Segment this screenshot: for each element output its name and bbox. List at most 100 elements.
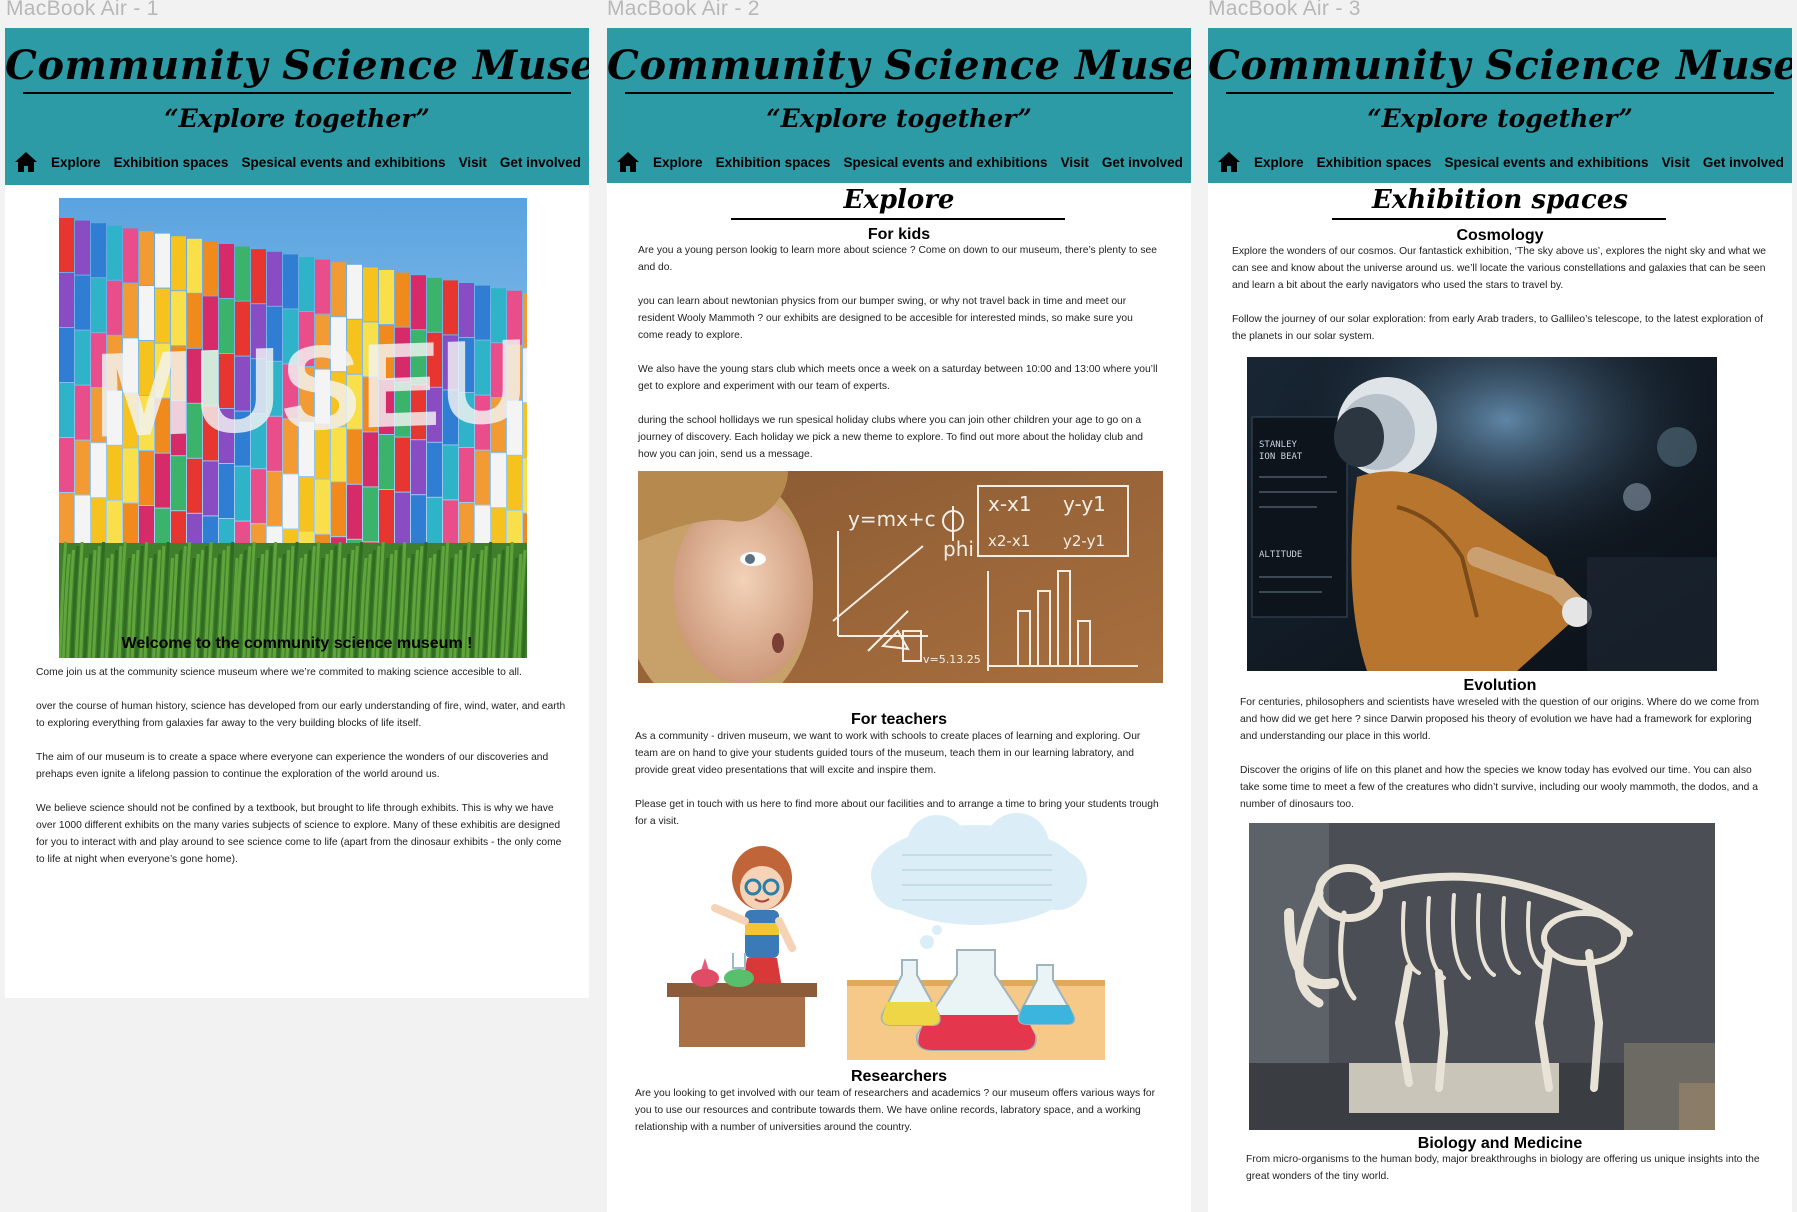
researchers-heading: Researchers (850, 1068, 948, 1085)
facade-panel (59, 493, 74, 547)
mammoth-skeleton-image (1249, 823, 1715, 1130)
evolution-text: For centuries, philosophers and scientis… (1240, 694, 1770, 830)
nav-get-involved[interactable]: Get involved (500, 155, 581, 170)
nav-explore[interactable]: Explore (653, 155, 703, 170)
title-underline (23, 92, 571, 94)
welcome-paragraph: Come join us at the community science mu… (36, 667, 522, 678)
chalk-text: x-x1 (988, 492, 1032, 516)
nav-special-events[interactable]: Spesical events and exhibitions (1444, 155, 1648, 170)
screen-text: ALTITUDE (1259, 550, 1302, 560)
chalk-text: v=5.13.25 (923, 653, 981, 666)
facade-panel (283, 254, 298, 309)
cosmology-paragraph: Explore the wonders of our cosmos. Our f… (1232, 246, 1766, 291)
chalkboard-child-image: y=mx+c phi x-x1 y-y1 x2-x1 y2-y1 v=5.13.… (638, 471, 1163, 683)
nav-explore[interactable]: Explore (51, 155, 101, 170)
facade-panel (315, 259, 330, 314)
title-underline (625, 92, 1173, 94)
facade-panel (203, 241, 218, 296)
facade-panel (203, 461, 218, 516)
facade-panel (219, 244, 234, 298)
home-icon[interactable] (14, 150, 38, 174)
site-header: Community Science Museum “Explore togeth… (607, 28, 1191, 183)
nav-visit[interactable]: Visit (459, 155, 487, 170)
facade-panel (523, 458, 527, 513)
facade-panel (59, 218, 74, 272)
artboard-explore: Community Science Museum “Explore togeth… (607, 28, 1191, 1212)
evolution-paragraph: Discover the origins of life on this pla… (1240, 765, 1758, 810)
site-title: Community Science Museum (607, 42, 1191, 89)
facade-panel (187, 238, 202, 293)
site-tagline: “Explore together” (164, 104, 430, 133)
facade-panel (363, 267, 378, 322)
facade-panel (395, 492, 410, 547)
astronaut-exhibit-image: STANLEY ION BEAT ALTITUDE (1247, 357, 1717, 671)
nav-get-involved[interactable]: Get involved (1703, 155, 1784, 170)
facade-panel (75, 220, 90, 275)
section-heading: Explore (843, 185, 955, 215)
artboard-home: Community Science Museum “Explore togeth… (5, 28, 589, 998)
facade-panel (171, 236, 186, 291)
site-header: Community Science Museum “Explore togeth… (5, 28, 589, 185)
museum-facade-image: MUSEUM (59, 198, 527, 658)
main-nav: Explore Exhibition spaces Spesical event… (14, 148, 581, 176)
nav-visit[interactable]: Visit (1061, 155, 1089, 170)
nav-exhibition-spaces[interactable]: Exhibition spaces (1317, 155, 1432, 170)
facade-panel (75, 440, 90, 495)
nav-explore[interactable]: Explore (1254, 155, 1304, 170)
frame-label: MacBook Air - 2 (607, 0, 760, 20)
home-icon[interactable] (1217, 150, 1241, 174)
kids-paragraph: We also have the young stars club which … (638, 364, 1158, 392)
main-nav: Explore Exhibition spaces Spesical event… (1217, 148, 1784, 176)
nav-visit[interactable]: Visit (1662, 155, 1690, 170)
facade-panel (331, 262, 346, 317)
facade-panel (411, 495, 426, 550)
welcome-heading: Welcome to the community science museum … (121, 635, 473, 652)
site-title: Community Science Museum (1208, 42, 1792, 89)
facade-panel (251, 249, 266, 304)
biology-text: From micro-organisms to the human body, … (1246, 1151, 1766, 1202)
home-icon[interactable] (616, 150, 640, 174)
facade-panel (235, 246, 250, 301)
biology-paragraph: From micro-organisms to the human body, … (1246, 1154, 1760, 1182)
facade-panel (379, 270, 394, 324)
cosmology-paragraph: Follow the journey of our solar explorat… (1232, 314, 1763, 342)
nav-exhibition-spaces[interactable]: Exhibition spaces (114, 155, 229, 170)
site-header: Community Science Museum “Explore togeth… (1208, 28, 1792, 183)
kids-paragraph: Are you a young person lookig to learn m… (638, 245, 1157, 273)
section-heading: Exhibition spaces (1371, 185, 1628, 215)
facade-panel (155, 233, 170, 288)
facade-panel (139, 231, 154, 285)
main-nav: Explore Exhibition spaces Spesical event… (616, 148, 1183, 176)
nav-special-events[interactable]: Spesical events and exhibitions (241, 155, 445, 170)
site-tagline: “Explore together” (1367, 104, 1633, 133)
facade-panel (283, 474, 298, 529)
cosmology-text: Explore the wonders of our cosmos. Our f… (1232, 243, 1767, 362)
facade-panel (235, 466, 250, 521)
frame-label: MacBook Air - 3 (1208, 0, 1361, 20)
kids-paragraph: you can learn about newtonian physics fr… (638, 296, 1133, 341)
researchers-paragraph: Are you looking to get involved with our… (635, 1088, 1156, 1133)
facade-panel (75, 330, 90, 385)
facade-panel (123, 228, 138, 283)
facade-panel (299, 477, 314, 531)
facade-panel (107, 225, 122, 280)
welcome-text: Come join us at the community science mu… (36, 664, 566, 885)
evolution-paragraph: For centuries, philosophers and scientis… (1240, 697, 1760, 742)
nav-special-events[interactable]: Spesical events and exhibitions (843, 155, 1047, 170)
welcome-paragraph: over the course of human history, scienc… (36, 701, 566, 729)
facade-panel (75, 275, 90, 330)
site-tagline: “Explore together” (766, 104, 1032, 133)
teachers-heading: For teachers (850, 711, 948, 728)
kids-text: Are you a young person lookig to learn m… (638, 242, 1158, 480)
facade-panel (267, 251, 282, 306)
artboard-exhibition-spaces: Community Science Museum “Explore togeth… (1208, 28, 1792, 1212)
researchers-text: Are you looking to get involved with our… (635, 1085, 1167, 1153)
welcome-paragraph: We believe science should not be confine… (36, 803, 562, 865)
chalk-text: phi (943, 537, 974, 561)
evolution-heading: Evolution (1463, 677, 1537, 694)
nav-get-involved[interactable]: Get involved (1102, 155, 1183, 170)
nav-exhibition-spaces[interactable]: Exhibition spaces (716, 155, 831, 170)
site-title: Community Science Museum (5, 42, 589, 89)
chalk-text: x2-x1 (988, 532, 1030, 550)
title-underline (1226, 92, 1774, 94)
